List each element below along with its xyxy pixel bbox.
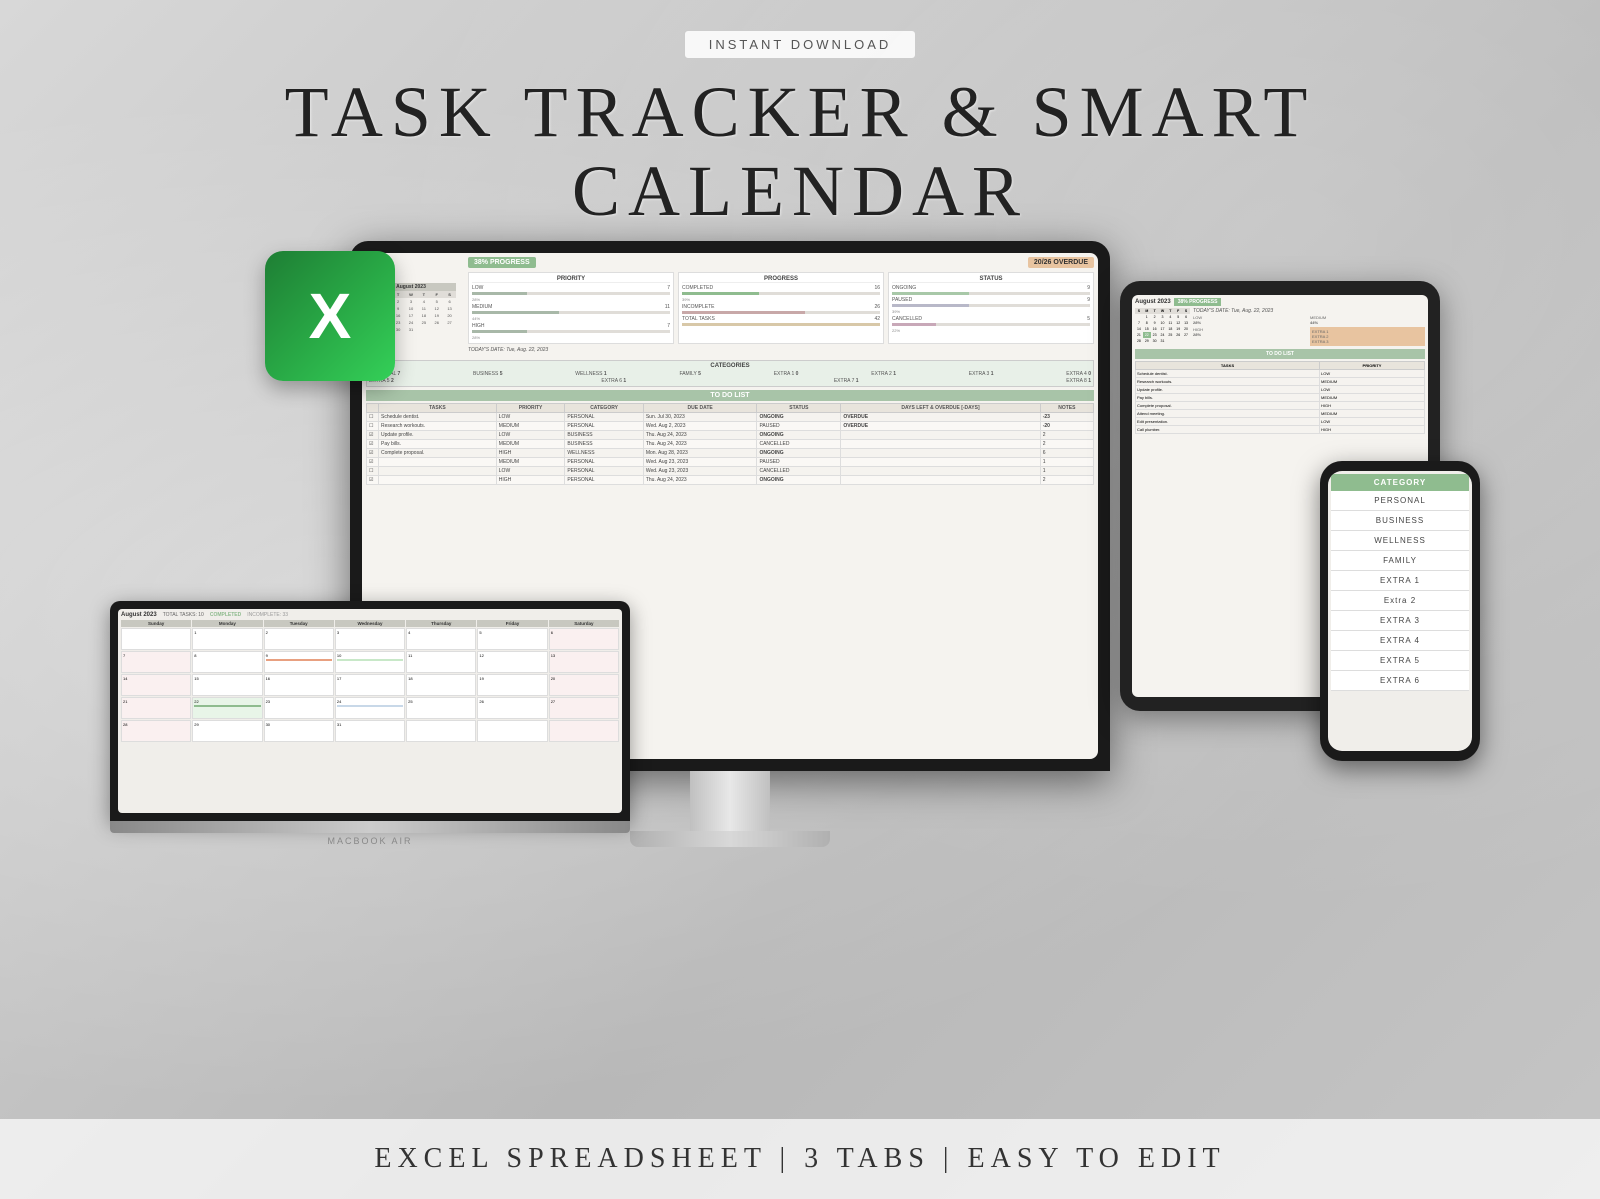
iphone-content: CATEGORY PERSONAL BUSINESS WELLNESS FAMI… — [1328, 471, 1472, 694]
iphone-screen: CATEGORY PERSONAL BUSINESS WELLNESS FAMI… — [1328, 471, 1472, 751]
iphone-cat-personal: PERSONAL — [1331, 491, 1469, 511]
iphone-category-header: CATEGORY — [1331, 474, 1469, 491]
macbook-label: MACBOOK AIR — [110, 836, 630, 846]
todo-table: TASKS PRIORITY CATEGORY DUE DATE STATUS … — [366, 403, 1094, 485]
col-days: DAYS LEFT & OVERDUE [-DAYS] — [841, 404, 1040, 413]
macbook-header: August 2023 TOTAL TASKS: 10 COMPLETED IN… — [121, 612, 619, 618]
macbook-content: August 2023 TOTAL TASKS: 10 COMPLETED IN… — [118, 609, 622, 745]
macbook-completed: COMPLETED — [210, 612, 241, 618]
iphone-cat-wellness: WELLNESS — [1331, 531, 1469, 551]
macbook-screen: August 2023 TOTAL TASKS: 10 COMPLETED IN… — [118, 609, 622, 813]
col-notes: NOTES — [1040, 404, 1093, 413]
macbook-base — [110, 821, 630, 833]
title-line2: CALENDAR — [572, 151, 1028, 231]
todolist-header: TO DO LIST — [366, 390, 1094, 401]
col-due: DUE DATE — [643, 404, 757, 413]
main-container: INSTANT DOWNLOAD TASK TRACKER & SMART CA… — [0, 0, 1600, 1199]
iphone-device: CATEGORY PERSONAL BUSINESS WELLNESS FAMI… — [1320, 461, 1480, 761]
col-priority: PRIORITY — [496, 404, 565, 413]
todays-date-label: TODAY'S DATE: — [468, 347, 505, 353]
iphone-cat-business: BUSINESS — [1331, 511, 1469, 531]
col-tasks: TASKS — [379, 404, 497, 413]
ipad-todo-header: TO DO LIST — [1135, 349, 1425, 359]
ipad-month: August 2023 — [1135, 299, 1171, 305]
col-status: STATUS — [757, 404, 841, 413]
iphone-cat-extra2: Extra 2 — [1331, 591, 1469, 611]
table-row: ☐ LOW PERSONAL Wed. Aug 23, 2023 CANCELL… — [367, 467, 1094, 476]
overdue-badge: 20/26 OVERDUE — [1028, 257, 1094, 268]
table-row: ☑ Complete proposal. HIGH WELLNESS Mon. … — [367, 449, 1094, 458]
header-section: INSTANT DOWNLOAD TASK TRACKER & SMART CA… — [285, 0, 1316, 231]
ipad-progress: 38% PROGRESS — [1174, 298, 1222, 306]
main-title: TASK TRACKER & SMART CALENDAR — [285, 73, 1316, 231]
table-row: ☑ MEDIUM PERSONAL Wed. Aug 23, 2023 PAUS… — [367, 458, 1094, 467]
progress-stats-label: PROGRESS — [682, 276, 880, 283]
table-row: ☐ Research workouts. MEDIUM PERSONAL Wed… — [367, 422, 1094, 431]
footer-text: EXCEL SPREADSHEET | 3 TABS | EASY TO EDI… — [374, 1143, 1225, 1175]
iphone-outer: CATEGORY PERSONAL BUSINESS WELLNESS FAMI… — [1320, 461, 1480, 761]
macbook-month: August 2023 — [121, 612, 157, 618]
macbook-device: August 2023 TOTAL TASKS: 10 COMPLETED IN… — [110, 601, 630, 881]
table-row: ☑ HIGH PERSONAL Thu. Aug 24, 2023 ONGOIN… — [367, 476, 1094, 485]
iphone-cat-extra4: EXTRA 4 — [1331, 631, 1469, 651]
excel-x-letter: X — [309, 279, 352, 353]
todays-date: Tue, Aug. 22, 2023 — [506, 347, 548, 353]
table-row: ☐ Schedule dentist. LOW PERSONAL Sun. Ju… — [367, 413, 1094, 422]
macbook-total-tasks: TOTAL TASKS: 10 — [163, 612, 204, 618]
devices-section: X August 2023 S M — [150, 241, 1450, 941]
macbook-screen-outer: August 2023 TOTAL TASKS: 10 COMPLETED IN… — [110, 601, 630, 821]
iphone-cat-extra6: EXTRA 6 — [1331, 671, 1469, 691]
instant-download-badge: INSTANT DOWNLOAD — [684, 30, 917, 59]
iphone-cat-family: FAMILY — [1331, 551, 1469, 571]
macbook-incomplete: INCOMPLETE: 33 — [247, 612, 288, 618]
priority-low: LOW — [472, 285, 483, 291]
status-label: STATUS — [892, 276, 1090, 283]
iphone-cat-extra5: EXTRA 5 — [1331, 651, 1469, 671]
categories-label: CATEGORIES — [369, 363, 1091, 369]
footer-section: EXCEL SPREADSHEET | 3 TABS | EASY TO EDI… — [0, 1119, 1600, 1199]
iphone-cat-extra3: EXTRA 3 — [1331, 611, 1469, 631]
iphone-cat-extra1: EXTRA 1 — [1331, 571, 1469, 591]
title-line1: TASK TRACKER & SMART — [285, 72, 1316, 152]
progress-badge: 38% PROGRESS — [468, 257, 536, 268]
excel-icon: X — [265, 251, 395, 381]
table-row: ☑ Pay bills. MEDIUM BUSINESS Thu. Aug 24… — [367, 440, 1094, 449]
table-row: ☑ Update profile. LOW BUSINESS Thu. Aug … — [367, 431, 1094, 440]
priority-label: PRIORITY — [472, 276, 670, 283]
col-category: CATEGORY — [565, 404, 644, 413]
